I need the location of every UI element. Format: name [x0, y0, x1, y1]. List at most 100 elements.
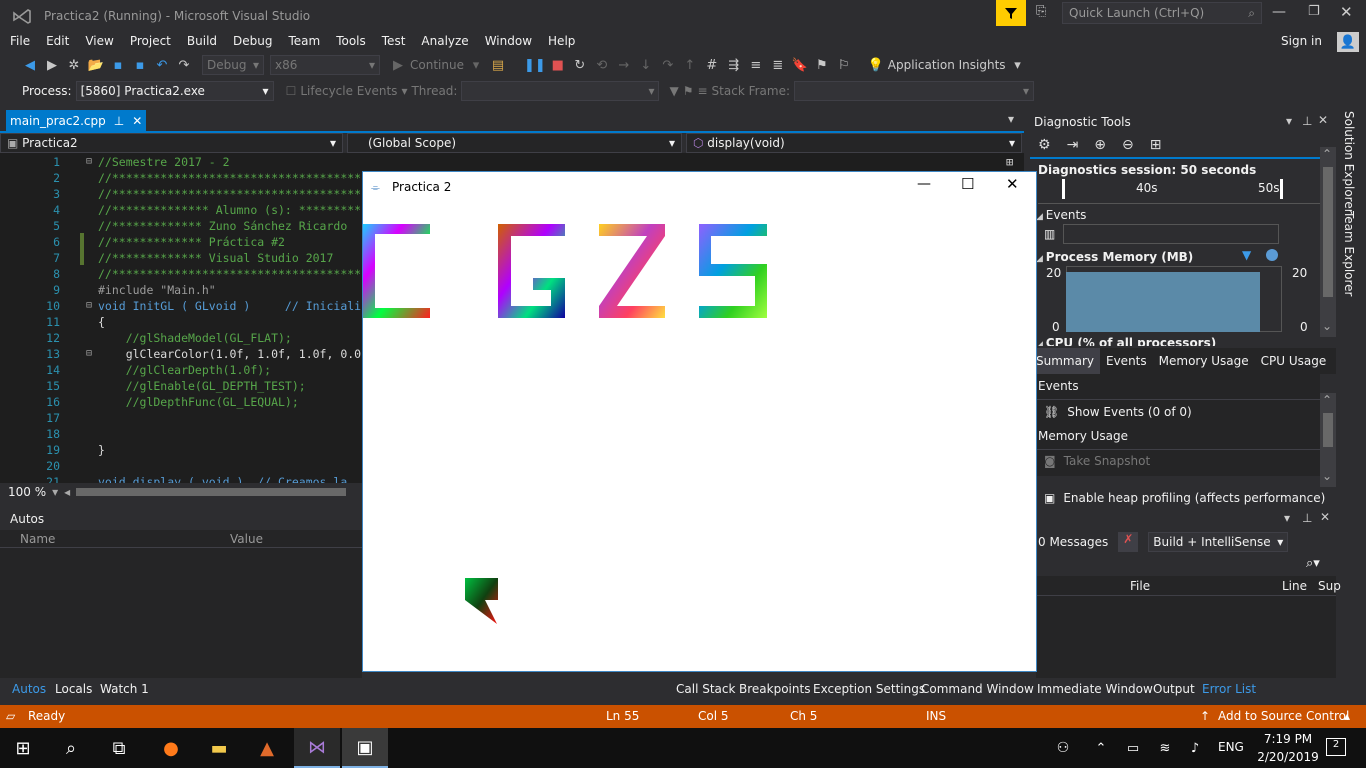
restore-button[interactable]: ❐	[1308, 4, 1320, 19]
project-select[interactable]: ▣ Practica2 ▾	[0, 133, 343, 153]
menu-edit[interactable]: Edit	[38, 32, 77, 52]
task-view-icon[interactable]: ⧉	[96, 728, 142, 768]
matlab-icon[interactable]: ▲	[244, 728, 290, 768]
practica-app-taskbar-icon[interactable]: ▣	[342, 728, 388, 768]
stack-frame-select[interactable]: ▾	[794, 81, 1035, 101]
platform-select[interactable]: x86 ▾	[270, 55, 380, 75]
lifecycle-events[interactable]: Lifecycle Events	[300, 84, 397, 98]
tab-locals[interactable]: Locals	[55, 682, 92, 696]
tab-memory-usage[interactable]: Memory Usage	[1153, 354, 1255, 368]
panel-dropdown-icon[interactable]: ▾	[1284, 511, 1290, 525]
pause-icon[interactable]: ❚❚	[524, 55, 546, 75]
take-snapshot-button[interactable]: Take Snapshot	[1064, 454, 1151, 470]
forward-arrow-icon[interactable]: ▶	[42, 55, 62, 75]
error-col-file[interactable]: File	[1130, 579, 1150, 593]
step-into-icon[interactable]: ↓	[636, 55, 656, 75]
pin-icon[interactable]: ⊥	[114, 114, 124, 128]
clock-time[interactable]: 7:19 PM	[1262, 732, 1314, 746]
sign-in-link[interactable]: Sign in	[1281, 34, 1322, 48]
panel-close-icon[interactable]: ✕	[1320, 510, 1330, 524]
source-control-menu-icon[interactable]: ▴	[1344, 709, 1350, 723]
file-explorer-icon[interactable]: ▬	[196, 728, 242, 768]
menu-debug[interactable]: Debug	[225, 32, 280, 52]
app-insights-dropdown-icon[interactable]: ▾	[1008, 55, 1028, 75]
messages-filter[interactable]: 0 Messages	[1038, 535, 1108, 549]
menu-team[interactable]: Team	[280, 32, 328, 52]
zoom-in-icon[interactable]: ⊕	[1094, 137, 1106, 153]
tab-output[interactable]: Output	[1153, 682, 1195, 696]
start-button-icon[interactable]: ⊞	[0, 728, 46, 768]
collapse-icon[interactable]: ⊟	[86, 348, 92, 359]
bookmark-next-icon[interactable]: ⚐	[834, 55, 854, 75]
back-arrow-icon[interactable]: ◀	[20, 55, 40, 75]
step-out-icon[interactable]: ↑	[680, 55, 700, 75]
scroll-left-icon[interactable]: ◂	[64, 485, 70, 499]
menu-tools[interactable]: Tools	[328, 32, 374, 52]
solution-explorer-tab[interactable]: Solution Explorer	[1342, 111, 1356, 214]
add-to-source-control[interactable]: Add to Source Control	[1218, 709, 1349, 723]
quick-launch-input[interactable]: Quick Launch (Ctrl+Q) ⌕	[1062, 2, 1262, 24]
tab-exception-settings[interactable]: Exception Settings	[813, 682, 925, 696]
settings-gear-icon[interactable]: ⚙	[1038, 137, 1051, 153]
bookmark-icon[interactable]: 🔖	[790, 55, 810, 75]
app-insights-button[interactable]: Application Insights	[888, 58, 1006, 72]
undo-icon[interactable]: ↶	[152, 55, 172, 75]
team-explorer-tab[interactable]: Team Explorer	[1342, 211, 1356, 297]
app-close-button[interactable]: ✕	[1006, 175, 1019, 193]
zoom-level[interactable]: 100 %	[8, 485, 46, 499]
hot-reload-icon[interactable]: ⟲	[592, 55, 612, 75]
process-memory-section[interactable]: ◢ Process Memory (MB) ▼	[1030, 244, 1336, 264]
lifecycle-dropdown-icon[interactable]: ▾	[401, 84, 407, 98]
open-folder-icon[interactable]: 📂	[86, 55, 106, 75]
collapse-icon[interactable]: ⊟	[86, 156, 92, 167]
autos-col-name[interactable]: Name	[0, 532, 210, 546]
scroll-up-icon[interactable]: ⌃	[1322, 147, 1332, 161]
hex-display-icon[interactable]: #	[702, 55, 722, 75]
collapse-icon[interactable]: ⊟	[86, 300, 92, 311]
visual-studio-taskbar-icon[interactable]: ⋈	[294, 728, 340, 768]
tab-main-prac2[interactable]: main_prac2.cpp ⊥ ✕	[6, 110, 147, 132]
filter-icon[interactable]: ▼	[669, 84, 678, 98]
scroll-down-icon[interactable]: ⌄	[1322, 319, 1332, 333]
tab-close-icon[interactable]: ✕	[132, 114, 142, 128]
search-icon[interactable]: ⌕	[48, 728, 94, 768]
action-center-icon[interactable]: 2	[1326, 738, 1346, 756]
diag-scrollbar-top[interactable]: ⌃ ⌄	[1320, 147, 1336, 337]
events-pause-icon[interactable]: ▥	[1044, 227, 1055, 241]
menu-help[interactable]: Help	[540, 32, 583, 52]
config-select[interactable]: Debug ▾	[202, 55, 264, 75]
diag-scrollbar-bottom[interactable]: ⌃ ⌄	[1320, 393, 1336, 487]
tab-cpu-usage[interactable]: CPU Usage	[1255, 354, 1333, 368]
flag-icon[interactable]: ⚑	[683, 84, 694, 98]
menu-view[interactable]: View	[77, 32, 121, 52]
volume-icon[interactable]: ♪	[1172, 728, 1218, 768]
diag-pin-icon[interactable]: ⊥	[1302, 114, 1312, 128]
continue-button[interactable]: Continue	[410, 58, 464, 72]
thread-select[interactable]: ▾	[461, 81, 660, 101]
restart-icon[interactable]: ↻	[570, 55, 590, 75]
app-insights-icon[interactable]: 💡	[866, 55, 886, 75]
redo-icon[interactable]: ↷	[174, 55, 194, 75]
save-icon[interactable]: ▪	[108, 55, 128, 75]
tab-overflow-icon[interactable]: ▾	[1008, 112, 1014, 126]
menu-analyze[interactable]: Analyze	[413, 32, 476, 52]
comment-icon[interactable]: ≡	[746, 55, 766, 75]
menu-project[interactable]: Project	[122, 32, 179, 52]
firefox-icon[interactable]: ●	[148, 728, 194, 768]
tab-summary[interactable]: Summary	[1030, 348, 1100, 374]
clear-filter-icon[interactable]: ✗	[1118, 532, 1139, 552]
autos-col-value[interactable]: Value	[210, 532, 263, 546]
step-over-icon[interactable]: ↷	[658, 55, 678, 75]
uncomment-icon[interactable]: ≣	[768, 55, 788, 75]
thread-icon[interactable]: ⇶	[724, 55, 744, 75]
tab-error-list[interactable]: Error List	[1202, 682, 1256, 696]
tab-immediate-window[interactable]: Immediate Window	[1037, 682, 1153, 696]
tab-breakpoints[interactable]: Breakpoints	[739, 682, 810, 696]
error-col-line[interactable]: Line	[1282, 579, 1307, 593]
menu-window[interactable]: Window	[477, 32, 540, 52]
hierarchy-icon[interactable]: ⊞	[1150, 137, 1162, 153]
language-indicator[interactable]: ENG	[1218, 740, 1244, 754]
error-col-sup[interactable]: Sup	[1318, 579, 1341, 593]
cpu-section[interactable]: ◢ CPU (% of all processors)	[1030, 332, 1336, 346]
account-icon[interactable]: 👤	[1337, 32, 1359, 52]
